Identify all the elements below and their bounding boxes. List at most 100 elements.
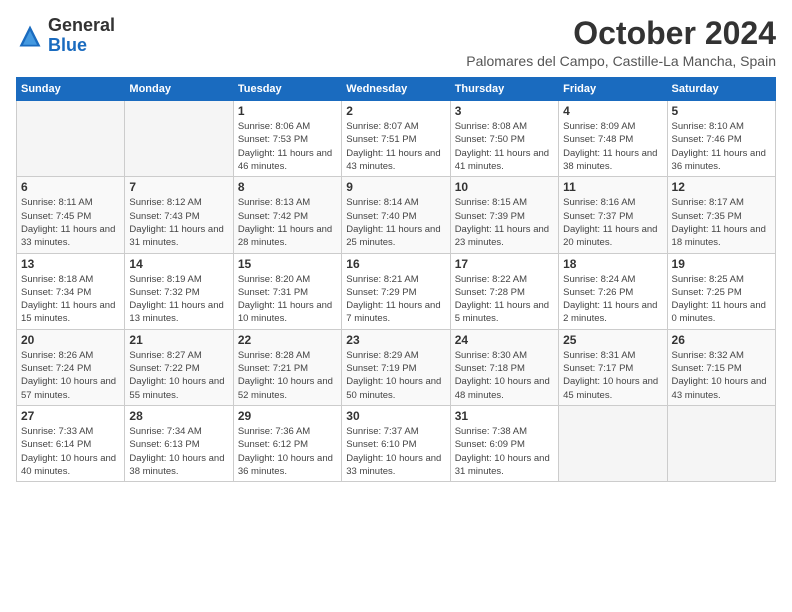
calendar-cell bbox=[667, 405, 775, 481]
title-block: October 2024 Palomares del Campo, Castil… bbox=[466, 16, 776, 69]
day-number: 8 bbox=[238, 180, 337, 194]
logo-blue-text: Blue bbox=[48, 35, 87, 55]
day-number: 12 bbox=[672, 180, 771, 194]
day-info: Sunrise: 8:17 AM Sunset: 7:35 PM Dayligh… bbox=[672, 196, 771, 249]
logo: General Blue bbox=[16, 16, 115, 56]
calendar-cell: 6 Sunrise: 8:11 AM Sunset: 7:45 PM Daylig… bbox=[17, 177, 125, 253]
day-info: Sunrise: 8:30 AM Sunset: 7:18 PM Dayligh… bbox=[455, 349, 554, 402]
logo-general-text: General bbox=[48, 15, 115, 35]
calendar-cell: 22 Sunrise: 8:28 AM Sunset: 7:21 PM Dayli… bbox=[233, 329, 341, 405]
day-number: 22 bbox=[238, 333, 337, 347]
calendar-cell: 10 Sunrise: 8:15 AM Sunset: 7:39 PM Dayli… bbox=[450, 177, 558, 253]
day-number: 30 bbox=[346, 409, 445, 423]
day-info: Sunrise: 8:06 AM Sunset: 7:53 PM Dayligh… bbox=[238, 120, 337, 173]
day-info: Sunrise: 8:11 AM Sunset: 7:45 PM Dayligh… bbox=[21, 196, 120, 249]
day-number: 2 bbox=[346, 104, 445, 118]
day-number: 14 bbox=[129, 257, 228, 271]
day-number: 26 bbox=[672, 333, 771, 347]
day-info: Sunrise: 8:22 AM Sunset: 7:28 PM Dayligh… bbox=[455, 273, 554, 326]
calendar-cell: 27 Sunrise: 7:33 AM Sunset: 6:14 PM Dayli… bbox=[17, 405, 125, 481]
month-title: October 2024 bbox=[466, 16, 776, 51]
calendar-cell: 30 Sunrise: 7:37 AM Sunset: 6:10 PM Dayli… bbox=[342, 405, 450, 481]
day-number: 10 bbox=[455, 180, 554, 194]
day-info: Sunrise: 8:21 AM Sunset: 7:29 PM Dayligh… bbox=[346, 273, 445, 326]
calendar-cell: 11 Sunrise: 8:16 AM Sunset: 7:37 PM Dayli… bbox=[559, 177, 667, 253]
day-info: Sunrise: 8:32 AM Sunset: 7:15 PM Dayligh… bbox=[672, 349, 771, 402]
day-number: 24 bbox=[455, 333, 554, 347]
day-number: 17 bbox=[455, 257, 554, 271]
calendar-cell: 9 Sunrise: 8:14 AM Sunset: 7:40 PM Daylig… bbox=[342, 177, 450, 253]
calendar-cell: 18 Sunrise: 8:24 AM Sunset: 7:26 PM Dayli… bbox=[559, 253, 667, 329]
day-number: 5 bbox=[672, 104, 771, 118]
day-number: 27 bbox=[21, 409, 120, 423]
day-number: 23 bbox=[346, 333, 445, 347]
location-subtitle: Palomares del Campo, Castille-La Mancha,… bbox=[466, 53, 776, 69]
day-number: 19 bbox=[672, 257, 771, 271]
day-info: Sunrise: 7:33 AM Sunset: 6:14 PM Dayligh… bbox=[21, 425, 120, 478]
day-info: Sunrise: 8:24 AM Sunset: 7:26 PM Dayligh… bbox=[563, 273, 662, 326]
page-header: General Blue October 2024 Palomares del … bbox=[16, 16, 776, 69]
day-number: 9 bbox=[346, 180, 445, 194]
day-info: Sunrise: 7:37 AM Sunset: 6:10 PM Dayligh… bbox=[346, 425, 445, 478]
calendar-cell: 24 Sunrise: 8:30 AM Sunset: 7:18 PM Dayli… bbox=[450, 329, 558, 405]
calendar-cell: 15Sunrise: 8:20 AM Sunset: 7:31 PM Dayli… bbox=[233, 253, 341, 329]
day-number: 16 bbox=[346, 257, 445, 271]
day-number: 18 bbox=[563, 257, 662, 271]
day-number: 29 bbox=[238, 409, 337, 423]
day-info: Sunrise: 8:09 AM Sunset: 7:48 PM Dayligh… bbox=[563, 120, 662, 173]
day-info: Sunrise: 7:36 AM Sunset: 6:12 PM Dayligh… bbox=[238, 425, 337, 478]
day-number: 3 bbox=[455, 104, 554, 118]
day-number: 7 bbox=[129, 180, 228, 194]
day-info: Sunrise: 8:28 AM Sunset: 7:21 PM Dayligh… bbox=[238, 349, 337, 402]
calendar-cell bbox=[125, 101, 233, 177]
calendar-cell: 7 Sunrise: 8:12 AM Sunset: 7:43 PM Daylig… bbox=[125, 177, 233, 253]
calendar-cell: 5 Sunrise: 8:10 AM Sunset: 7:46 PM Daylig… bbox=[667, 101, 775, 177]
calendar-cell: 17 Sunrise: 8:22 AM Sunset: 7:28 PM Dayli… bbox=[450, 253, 558, 329]
calendar-header-row: SundayMondayTuesdayWednesdayThursdayFrid… bbox=[17, 78, 776, 101]
day-info: Sunrise: 8:13 AM Sunset: 7:42 PM Dayligh… bbox=[238, 196, 337, 249]
calendar-cell: 31 Sunrise: 7:38 AM Sunset: 6:09 PM Dayli… bbox=[450, 405, 558, 481]
day-header-saturday: Saturday bbox=[667, 78, 775, 101]
day-header-thursday: Thursday bbox=[450, 78, 558, 101]
day-header-monday: Monday bbox=[125, 78, 233, 101]
day-info: Sunrise: 8:07 AM Sunset: 7:51 PM Dayligh… bbox=[346, 120, 445, 173]
calendar-cell: 1 Sunrise: 8:06 AM Sunset: 7:53 PM Daylig… bbox=[233, 101, 341, 177]
calendar-cell: 28Sunrise: 7:34 AM Sunset: 6:13 PM Dayli… bbox=[125, 405, 233, 481]
day-info: Sunrise: 8:14 AM Sunset: 7:40 PM Dayligh… bbox=[346, 196, 445, 249]
day-info: Sunrise: 8:15 AM Sunset: 7:39 PM Dayligh… bbox=[455, 196, 554, 249]
day-info: Sunrise: 8:25 AM Sunset: 7:25 PM Dayligh… bbox=[672, 273, 771, 326]
calendar-cell: 29 Sunrise: 7:36 AM Sunset: 6:12 PM Dayli… bbox=[233, 405, 341, 481]
calendar-cell bbox=[559, 405, 667, 481]
day-info: Sunrise: 8:31 AM Sunset: 7:17 PM Dayligh… bbox=[563, 349, 662, 402]
day-number: 1 bbox=[238, 104, 337, 118]
day-number: 28 bbox=[129, 409, 228, 423]
calendar-week-row: 6 Sunrise: 8:11 AM Sunset: 7:45 PM Daylig… bbox=[17, 177, 776, 253]
day-number: 11 bbox=[563, 180, 662, 194]
day-info: Sunrise: 7:38 AM Sunset: 6:09 PM Dayligh… bbox=[455, 425, 554, 478]
day-info: Sunrise: 8:16 AM Sunset: 7:37 PM Dayligh… bbox=[563, 196, 662, 249]
calendar-cell: 25Sunrise: 8:31 AM Sunset: 7:17 PM Dayli… bbox=[559, 329, 667, 405]
day-header-sunday: Sunday bbox=[17, 78, 125, 101]
day-number: 13 bbox=[21, 257, 120, 271]
calendar-cell bbox=[17, 101, 125, 177]
calendar-cell: 8 Sunrise: 8:13 AM Sunset: 7:42 PM Daylig… bbox=[233, 177, 341, 253]
calendar-cell: 21Sunrise: 8:27 AM Sunset: 7:22 PM Dayli… bbox=[125, 329, 233, 405]
calendar-week-row: 1 Sunrise: 8:06 AM Sunset: 7:53 PM Daylig… bbox=[17, 101, 776, 177]
day-number: 21 bbox=[129, 333, 228, 347]
day-info: Sunrise: 8:20 AM Sunset: 7:31 PM Dayligh… bbox=[238, 273, 337, 326]
calendar-cell: 14Sunrise: 8:19 AM Sunset: 7:32 PM Dayli… bbox=[125, 253, 233, 329]
calendar-cell: 13 Sunrise: 8:18 AM Sunset: 7:34 PM Dayli… bbox=[17, 253, 125, 329]
day-number: 20 bbox=[21, 333, 120, 347]
calendar-cell: 4Sunrise: 8:09 AM Sunset: 7:48 PM Daylig… bbox=[559, 101, 667, 177]
day-number: 6 bbox=[21, 180, 120, 194]
day-info: Sunrise: 8:18 AM Sunset: 7:34 PM Dayligh… bbox=[21, 273, 120, 326]
day-info: Sunrise: 8:12 AM Sunset: 7:43 PM Dayligh… bbox=[129, 196, 228, 249]
day-info: Sunrise: 8:10 AM Sunset: 7:46 PM Dayligh… bbox=[672, 120, 771, 173]
calendar-cell: 3Sunrise: 8:08 AM Sunset: 7:50 PM Daylig… bbox=[450, 101, 558, 177]
calendar-cell: 12 Sunrise: 8:17 AM Sunset: 7:35 PM Dayli… bbox=[667, 177, 775, 253]
day-number: 31 bbox=[455, 409, 554, 423]
calendar-cell: 23Sunrise: 8:29 AM Sunset: 7:19 PM Dayli… bbox=[342, 329, 450, 405]
calendar-cell: 2 Sunrise: 8:07 AM Sunset: 7:51 PM Daylig… bbox=[342, 101, 450, 177]
day-info: Sunrise: 8:26 AM Sunset: 7:24 PM Dayligh… bbox=[21, 349, 120, 402]
calendar-week-row: 27 Sunrise: 7:33 AM Sunset: 6:14 PM Dayli… bbox=[17, 405, 776, 481]
